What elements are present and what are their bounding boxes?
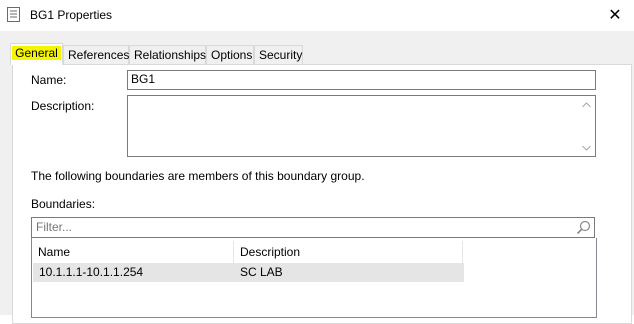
name-label: Name: <box>31 73 67 87</box>
tab-options-label: Options <box>211 48 253 62</box>
window-title: BG1 Properties <box>30 8 113 22</box>
tab-general-label: General <box>12 46 61 60</box>
table-row[interactable]: 10.1.1.1-10.1.1.254 SC LAB <box>33 263 464 282</box>
properties-page-icon <box>7 7 20 22</box>
members-description-text: The following boundaries are members of … <box>31 169 365 183</box>
row-description-cell: SC LAB <box>240 265 283 279</box>
filter-box[interactable] <box>31 217 595 238</box>
close-button[interactable]: ✕ <box>600 3 630 27</box>
filter-input[interactable] <box>36 220 556 234</box>
list-header: Name Description <box>32 241 463 263</box>
tab-relationships-label: Relationships <box>134 48 207 62</box>
tab-options[interactable]: Options <box>206 45 254 64</box>
column-header-name[interactable]: Name <box>32 241 234 263</box>
tab-security[interactable]: Security <box>254 45 303 64</box>
close-icon: ✕ <box>608 7 622 24</box>
tab-relationships[interactable]: Relationships <box>129 45 206 64</box>
description-field[interactable] <box>127 95 596 157</box>
boundaries-list[interactable]: Name Description 10.1.1.1-10.1.1.254 SC … <box>31 238 597 318</box>
tab-security-label: Security <box>259 48 303 62</box>
column-header-description[interactable]: Description <box>234 241 463 263</box>
tab-general[interactable]: General <box>10 43 63 65</box>
name-field[interactable]: BG1 <box>127 70 596 90</box>
title-bar: BG1 Properties ✕ <box>0 0 634 31</box>
tab-references[interactable]: References <box>63 45 129 64</box>
search-icon[interactable] <box>576 220 591 235</box>
tab-references-label: References <box>68 48 130 62</box>
description-label: Description: <box>31 99 95 113</box>
name-field-value: BG1 <box>131 72 156 86</box>
row-name-cell: 10.1.1.1-10.1.1.254 <box>39 265 144 279</box>
boundaries-label: Boundaries: <box>31 197 96 211</box>
scroll-up-arrow-icon[interactable] <box>579 97 594 112</box>
column-header-description-label: Description <box>240 245 301 259</box>
scroll-down-arrow-icon[interactable] <box>579 140 594 155</box>
column-header-name-label: Name <box>38 245 71 259</box>
